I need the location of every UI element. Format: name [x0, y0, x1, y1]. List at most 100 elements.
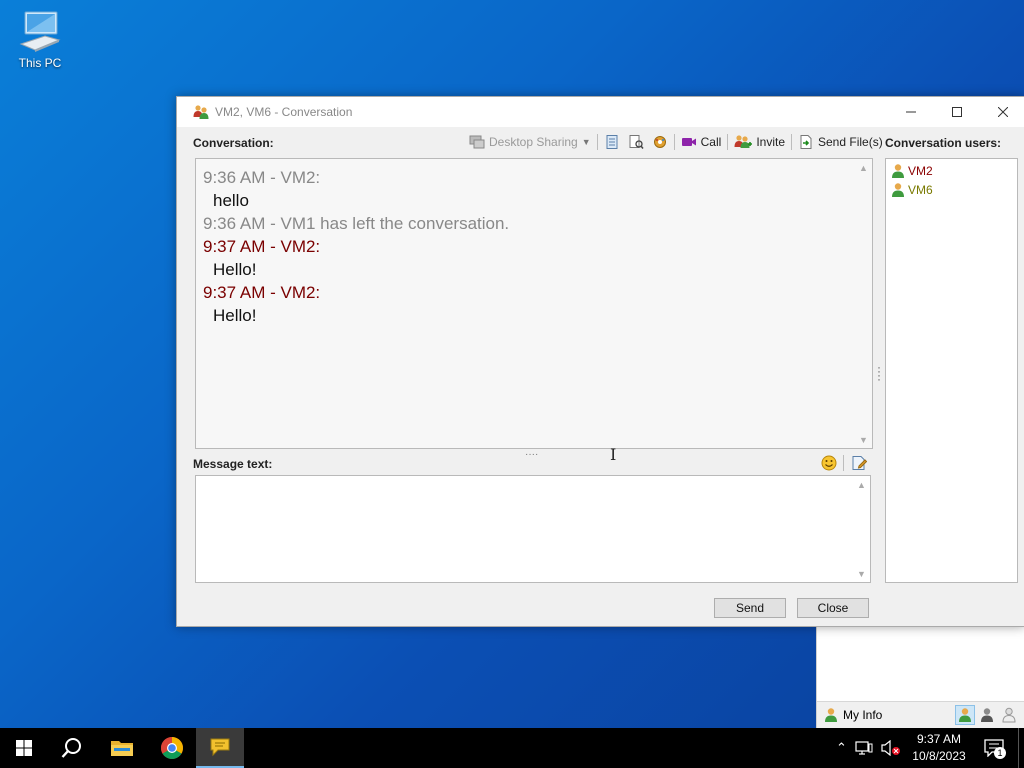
user-icon [892, 182, 904, 197]
history-book-icon [606, 135, 618, 149]
my-info-label: My Info [843, 708, 883, 722]
send-button[interactable]: Send [714, 598, 786, 618]
chevron-down-icon: ▼ [581, 137, 591, 147]
clock-time: 9:37 AM [916, 732, 962, 746]
gear-icon [653, 136, 666, 148]
user-icon [825, 708, 837, 722]
my-info-button[interactable]: My Info [817, 707, 949, 723]
invite-users-icon [734, 135, 753, 148]
user-name: VM2 [908, 163, 933, 178]
message-text: hello [213, 191, 249, 210]
message-header: 9:37 AM - VM2: [203, 237, 321, 256]
close-icon [998, 107, 1008, 117]
network-icon[interactable] [855, 740, 873, 756]
conversation-users-list[interactable]: VM2 VM6 [885, 158, 1018, 583]
video-camera-icon [681, 138, 696, 146]
horizontal-splitter[interactable]: ···· [525, 449, 538, 460]
chrome-icon [161, 737, 183, 759]
window-title: VM2, VM6 - Conversation [215, 105, 353, 119]
notification-count-badge: 1 [994, 747, 1006, 759]
emoticon-button[interactable] [819, 453, 839, 473]
settings-button[interactable] [648, 131, 672, 153]
scroll-down-icon[interactable]: ▼ [853, 565, 870, 582]
this-pc-label: This PC [18, 56, 62, 70]
search-icon [61, 738, 81, 758]
status-online-icon[interactable] [955, 705, 975, 725]
message-scrollbar[interactable]: ▲ ▼ [853, 476, 870, 582]
file-explorer-button[interactable] [98, 728, 146, 768]
toolbar-divider [596, 134, 598, 150]
conversation-toolbar: Desktop Sharing ▼ Call Invite Send File(… [465, 131, 887, 153]
message-text-label: Message text: [193, 457, 273, 471]
invite-button[interactable]: Invite [730, 131, 789, 153]
system-notice: 9:36 AM - VM1 has left the conversation. [203, 214, 510, 233]
user-item-vm6[interactable]: VM6 [886, 180, 1017, 199]
start-button[interactable] [0, 728, 48, 768]
user-icon [892, 163, 904, 178]
status-bar: My Info [817, 701, 1024, 728]
vertical-splitter[interactable]: · · · · [877, 361, 881, 385]
smiley-icon [821, 455, 837, 471]
send-files-label: Send File(s) [818, 135, 883, 149]
search-button[interactable] [48, 728, 96, 768]
message-input[interactable] [196, 476, 854, 582]
scroll-up-icon[interactable]: ▲ [853, 476, 870, 493]
show-desktop-button[interactable] [1018, 728, 1024, 768]
toolbar-divider [727, 134, 729, 150]
system-tray: ⌃ [836, 728, 901, 768]
toolbar-divider [791, 134, 792, 150]
invite-label: Invite [756, 135, 785, 149]
conversation-users-icon [193, 105, 209, 119]
minimize-button[interactable] [888, 97, 934, 127]
taskbar: ⌃ 9:37 AM 10/8/2023 1 [0, 728, 1024, 768]
status-away-icon[interactable] [977, 705, 997, 725]
print-preview-button[interactable] [624, 131, 648, 153]
message-header: 9:37 AM - VM2: [203, 283, 321, 302]
conversation-scrollbar[interactable]: ▲ ▼ [855, 159, 872, 448]
background-messenger-window: My Info [816, 626, 1024, 728]
scroll-down-icon[interactable]: ▼ [855, 431, 872, 448]
chevron-up-icon[interactable]: ⌃ [836, 740, 847, 756]
folder-icon [111, 741, 133, 756]
maximize-button[interactable] [934, 97, 980, 127]
status-offline-icon[interactable] [999, 705, 1019, 725]
message-text: Hello! [213, 260, 257, 279]
close-window-button[interactable] [980, 97, 1024, 127]
taskbar-clock[interactable]: 9:37 AM 10/8/2023 [906, 731, 972, 765]
send-files-button[interactable]: Send File(s) [794, 131, 887, 153]
message-input-box: ▲ ▼ [195, 475, 871, 583]
text-cursor-icon: I [610, 445, 617, 464]
volume-muted-icon[interactable] [881, 740, 901, 756]
message-toolbar-divider [843, 455, 844, 471]
toolbar-divider [673, 134, 675, 150]
user-item-vm2[interactable]: VM2 [886, 161, 1017, 180]
message-header: 9:36 AM - VM2: [203, 168, 321, 187]
this-pc-desktop-icon[interactable]: This PC [14, 10, 66, 70]
call-button[interactable]: Call [677, 131, 726, 153]
desktop-sharing-icon [469, 135, 485, 149]
desktop-sharing-label: Desktop Sharing [489, 135, 578, 149]
text-format-button[interactable] [849, 453, 869, 473]
document-search-icon [629, 135, 644, 149]
messenger-taskbar-button[interactable] [196, 728, 244, 768]
conversation-messages: 9:36 AM - VM2: hello 9:36 AM - VM1 has l… [203, 166, 848, 327]
computer-icon [19, 11, 61, 52]
clock-date: 10/8/2023 [912, 749, 966, 763]
conversation-users-label: Conversation users: [885, 136, 1002, 150]
maximize-icon [952, 107, 962, 117]
chat-bubble-icon [210, 738, 230, 757]
history-button[interactable] [600, 131, 624, 153]
desktop-sharing-button[interactable]: Desktop Sharing ▼ [465, 131, 595, 153]
scroll-up-icon[interactable]: ▲ [855, 159, 872, 176]
message-text: Hello! [213, 306, 257, 325]
conversation-log[interactable]: 9:36 AM - VM2: hello 9:36 AM - VM1 has l… [195, 158, 873, 464]
edit-document-icon [852, 456, 867, 470]
title-bar[interactable]: VM2, VM6 - Conversation [177, 97, 1024, 127]
action-center-button[interactable]: 1 [982, 736, 1006, 760]
user-name: VM6 [908, 182, 933, 197]
conversation-label: Conversation: [193, 136, 274, 150]
windows-logo-icon [16, 740, 32, 756]
call-label: Call [700, 135, 722, 149]
close-button[interactable]: Close [797, 598, 869, 618]
chrome-button[interactable] [148, 728, 196, 768]
